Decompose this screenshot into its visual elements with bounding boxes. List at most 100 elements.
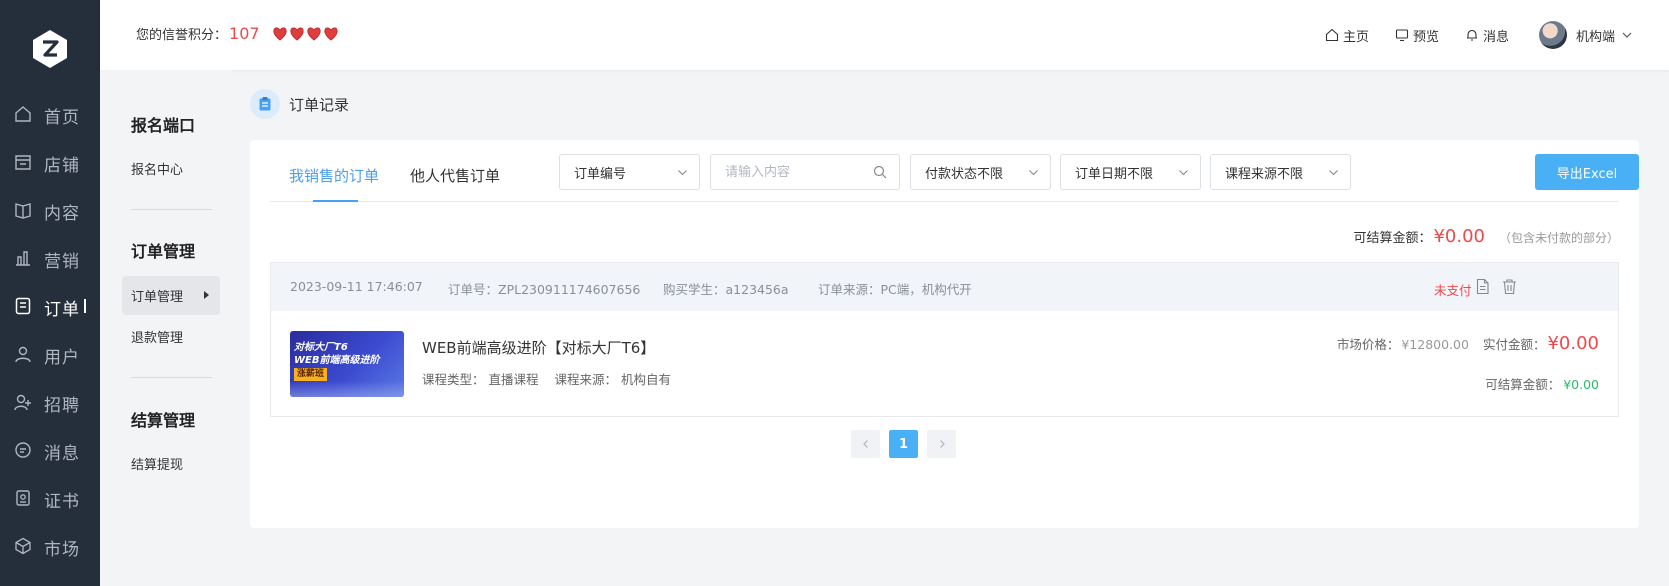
settle-summary: 可结算金额： ¥0.00 （包含未付款的部分） — [1353, 226, 1619, 247]
thumbnail-line-1: 对标大厂T6 — [294, 342, 348, 353]
status-badge: 未支付 — [1434, 283, 1472, 298]
sidebar-item-label: 首页 — [44, 108, 80, 128]
sidebar-item-label: 消息 — [44, 444, 80, 464]
chevron-down-icon — [1179, 170, 1188, 176]
market-price: ¥12800.00 — [1401, 337, 1469, 352]
bar-chart-icon — [16, 251, 30, 266]
chevron-down-icon — [1029, 170, 1038, 176]
active-indicator — [84, 299, 86, 313]
settle-amount: ¥0.00 — [1433, 226, 1485, 247]
sidebar-item-messages[interactable]: 消息 — [0, 426, 100, 474]
sidebar-item-label: 内容 — [44, 204, 80, 224]
sidebar-item-home[interactable]: 首页 — [0, 90, 100, 138]
top-links: 主页 预览 消息 机构端 — [1325, 0, 1669, 70]
sidebar-item-certificate[interactable]: 证书 — [0, 474, 100, 522]
main-sidebar: 首页 店铺 内容 营销 订单 用户 招聘 消息 证书 市场 — [0, 0, 100, 586]
order-date-select[interactable]: 订单日期不限 — [1060, 154, 1201, 190]
order-time: 2023-09-11 17:46:07 — [290, 279, 423, 294]
pagination: 1 — [851, 430, 956, 458]
document-icon[interactable] — [1474, 278, 1491, 295]
course-source-value: 课程来源不限 — [1225, 166, 1304, 182]
active-tab-underline — [313, 200, 358, 202]
next-page-button[interactable] — [927, 430, 956, 458]
heart-icon — [290, 27, 304, 40]
home-link[interactable]: 主页 — [1325, 26, 1369, 45]
messages-link[interactable]: 消息 — [1465, 26, 1509, 45]
orders-card: 我销售的订单 他人代售订单 订单编号 付款状态不限 订单日期不限 课程来源不限 … — [250, 140, 1639, 528]
certificate-icon — [16, 490, 30, 506]
subnav-item-signup-center[interactable]: 报名中心 — [122, 149, 220, 188]
search-field[interactable] — [710, 154, 900, 190]
order-item: 2023-09-11 17:46:07 订单号：ZPL2309111746076… — [270, 262, 1619, 417]
course-meta: 课程类型： 直播课程 课程来源： 机构自有 — [422, 369, 683, 388]
chevron-down-icon — [1329, 170, 1338, 176]
user-icon — [15, 346, 31, 363]
chevron-down-icon — [1622, 32, 1632, 38]
heart-icon — [307, 27, 321, 40]
sidebar-item-label: 市场 — [44, 540, 80, 560]
sidebar-item-marketing[interactable]: 营销 — [0, 234, 100, 282]
clipboard-icon — [250, 89, 280, 119]
credit-score-value: 107 — [229, 24, 260, 43]
paid-label: 实付金额： — [1482, 337, 1546, 352]
top-header: 您的信誉积分： 107 主页 预览 消息 机构端 — [100, 0, 1669, 70]
page-1-button[interactable]: 1 — [889, 430, 918, 458]
order-source: 订单来源：PC端，机构代开 — [818, 282, 972, 297]
tab-agent-orders[interactable]: 他人代售订单 — [410, 165, 500, 186]
course-thumbnail[interactable]: 对标大厂T6 WEB前端高级进阶 涨薪班 — [290, 331, 404, 397]
tab-my-orders[interactable]: 我销售的订单 — [289, 165, 379, 186]
sidebar-item-market[interactable]: 市场 — [0, 522, 100, 570]
order-settle-label: 可结算金额： — [1485, 377, 1561, 392]
divider — [131, 377, 212, 378]
course-source-select[interactable]: 课程来源不限 — [1210, 154, 1351, 190]
sidebar-item-label: 用户 — [44, 348, 80, 368]
user-menu[interactable]: 机构端 — [1538, 21, 1633, 49]
chevron-right-icon — [939, 440, 945, 448]
subnav-item-label: 订单管理 — [131, 290, 184, 305]
market-icon — [15, 537, 31, 555]
recruit-icon — [14, 394, 31, 411]
user-name: 机构端 — [1575, 29, 1615, 45]
course-title[interactable]: WEB前端高级进阶【对标大厂T6】 — [422, 337, 655, 358]
sidebar-item-orders[interactable]: 订单 — [0, 282, 100, 330]
app-logo[interactable] — [31, 29, 69, 69]
caret-right-icon — [204, 291, 209, 299]
thumbnail-skyline — [290, 381, 404, 397]
paid-amount: ¥0.00 — [1547, 333, 1599, 354]
sidebar-item-label: 订单 — [44, 300, 80, 320]
trash-icon[interactable] — [1501, 278, 1518, 295]
monitor-icon — [1395, 29, 1409, 42]
subnav-item-refund-manage[interactable]: 退款管理 — [122, 317, 220, 356]
order-number: 订单号：ZPL230911174607656 — [448, 282, 641, 297]
pay-status-select[interactable]: 付款状态不限 — [910, 154, 1051, 190]
search-input[interactable] — [725, 164, 875, 180]
sidebar-item-label: 营销 — [44, 252, 80, 272]
heart-icon — [324, 27, 338, 40]
home-icon — [1325, 28, 1338, 42]
thumbnail-line-2: WEB前端高级进阶 — [294, 355, 380, 366]
pay-status-value: 付款状态不限 — [925, 166, 1004, 182]
price-row: 市场价格： ¥12800.00 实付金额： ¥0.00 — [1337, 333, 1599, 354]
sidebar-item-store[interactable]: 店铺 — [0, 138, 100, 186]
course-type: 直播课程 — [488, 372, 539, 387]
subnav-item-order-manage[interactable]: 订单管理 — [122, 276, 220, 315]
sidebar-item-content[interactable]: 内容 — [0, 186, 100, 234]
export-excel-button[interactable]: 导出Excel — [1535, 154, 1639, 190]
subnav-item-withdraw[interactable]: 结算提现 — [122, 444, 220, 483]
sidebar-item-recruit[interactable]: 招聘 — [0, 378, 100, 426]
sidebar-item-users[interactable]: 用户 — [0, 330, 100, 378]
order-settle-row: 可结算金额： ¥0.00 — [1485, 374, 1599, 393]
order-field-value: 订单编号 — [574, 166, 627, 182]
group-title-settlement: 结算管理 — [131, 411, 196, 430]
tab-bar: 我销售的订单 他人代售订单 订单编号 付款状态不限 订单日期不限 课程来源不限 … — [270, 140, 1639, 202]
preview-link[interactable]: 预览 — [1395, 26, 1439, 45]
order-field-select[interactable]: 订单编号 — [559, 154, 700, 190]
search-icon[interactable] — [873, 165, 887, 179]
order-settle-amount: ¥0.00 — [1563, 377, 1599, 392]
market-price-label: 市场价格： — [1336, 337, 1400, 352]
messages-link-label: 消息 — [1482, 29, 1509, 45]
prev-page-button[interactable] — [851, 430, 880, 458]
order-header: 2023-09-11 17:46:07 订单号：ZPL2309111746076… — [271, 263, 1618, 311]
store-icon — [15, 155, 31, 170]
group-title-orders: 订单管理 — [131, 242, 196, 261]
